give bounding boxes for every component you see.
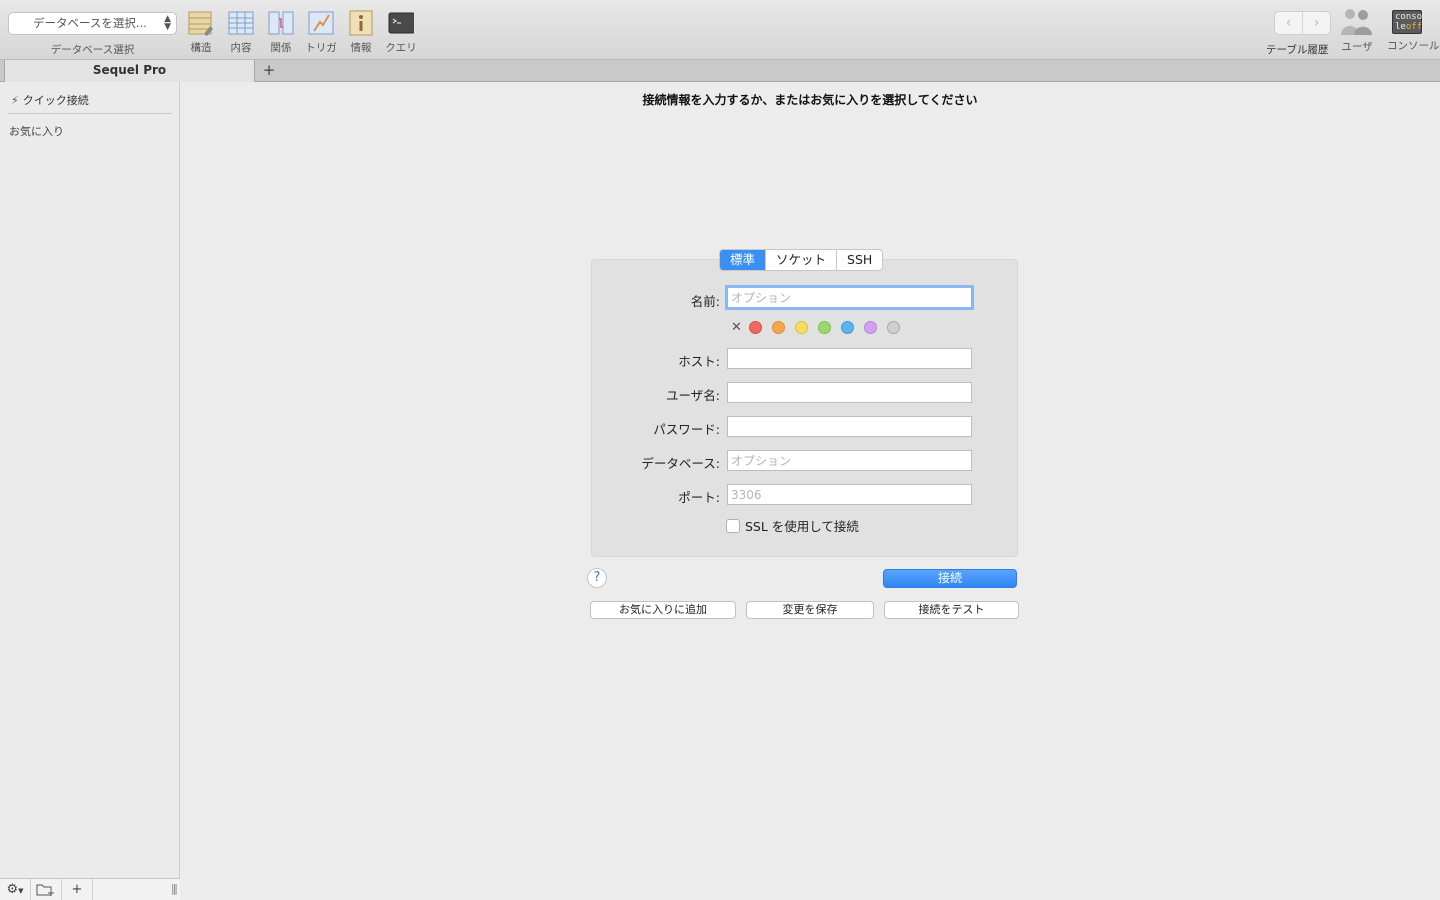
tab-sequel-pro[interactable]: Sequel Pro	[4, 60, 255, 82]
page-title: 接続情報を入力するか、またはお気に入りを選択してください	[642, 93, 978, 107]
database-select-caption: データベース選択	[50, 44, 135, 56]
query-icon	[388, 12, 414, 34]
content-tool-label: 内容	[230, 42, 252, 54]
color-purple[interactable]	[863, 321, 877, 334]
relations-tool-button[interactable]: 関係	[261, 10, 301, 55]
color-red[interactable]	[748, 321, 762, 334]
info-tool-button[interactable]: 情報	[341, 10, 381, 55]
tab-socket[interactable]: ソケット	[766, 250, 838, 270]
color-blue[interactable]	[840, 321, 854, 334]
console-icon-line-2: leoff	[1395, 22, 1423, 32]
tab-standard[interactable]: 標準	[720, 250, 767, 270]
color-green[interactable]	[817, 321, 831, 334]
content-tool-button[interactable]: 内容	[221, 10, 261, 55]
name-field[interactable]	[725, 285, 974, 310]
database-label: データベース:	[641, 456, 720, 471]
test-connection-button[interactable]: 接続をテスト	[884, 601, 1019, 619]
host-field[interactable]	[727, 348, 972, 369]
structure-tool-label: 構造	[190, 42, 212, 54]
console-icon: conso leoff	[1392, 10, 1422, 34]
database-select[interactable]: データベースを選択... ▲ ▼	[8, 12, 177, 35]
chevron-down-icon: ▼	[18, 887, 24, 895]
console-tool-label: コンソール	[1387, 40, 1440, 52]
query-tool-label: クエリ	[385, 42, 417, 54]
password-field[interactable]	[727, 416, 972, 437]
console-icon-line-2a: le	[1395, 22, 1406, 32]
tab-bar: Sequel Pro +	[0, 60, 1440, 82]
color-yellow[interactable]	[794, 321, 808, 334]
add-favorite-plus-button[interactable]: +	[62, 879, 93, 900]
console-icon-line-2b: off	[1405, 22, 1423, 32]
info-tool-label: 情報	[350, 42, 372, 54]
back-arrow-icon[interactable]: ‹	[1275, 12, 1303, 34]
username-field[interactable]	[727, 382, 972, 403]
sidebar-bottom-bar: ⚙▼ + |||	[0, 878, 180, 900]
history-nav: ‹ ›	[1274, 11, 1331, 35]
gear-icon: ⚙	[6, 882, 19, 897]
content-icon	[228, 11, 254, 35]
clear-color-icon[interactable]: ✕	[731, 321, 742, 334]
folder-add-icon	[36, 884, 54, 896]
connect-button[interactable]: 接続	[883, 569, 1017, 588]
username-label: ユーザ名:	[666, 388, 720, 403]
lightning-icon: ⚡︎	[11, 94, 19, 107]
database-select-placeholder: データベースを選択...	[33, 16, 147, 30]
save-changes-button[interactable]: 変更を保存	[746, 601, 874, 619]
color-label-picker: ✕	[731, 321, 910, 334]
main-area: 接続情報を入力するか、またはお気に入りを選択してください 標準 ソケット SSH…	[180, 82, 1440, 900]
triggers-icon	[308, 11, 334, 35]
sidebar: ⚡︎ クイック接続 お気に入り ⚙▼ + |||	[0, 82, 180, 900]
tab-ssh[interactable]: SSH	[837, 250, 882, 270]
forward-arrow-icon[interactable]: ›	[1303, 12, 1330, 34]
port-label: ポート:	[678, 490, 720, 505]
triggers-tool-label: トリガ	[305, 42, 337, 54]
table-history-label: テーブル履歴	[1266, 44, 1329, 56]
host-label: ホスト:	[678, 354, 720, 369]
connection-type-tabs: 標準 ソケット SSH	[719, 249, 884, 271]
relations-icon	[268, 11, 294, 35]
new-folder-button[interactable]	[31, 879, 62, 900]
resize-grip-icon[interactable]: |||	[171, 882, 178, 895]
triggers-tool-button[interactable]: トリガ	[301, 10, 341, 55]
ssl-label: SSL を使用して接続	[745, 519, 859, 534]
structure-tool-button[interactable]: 構造	[181, 10, 221, 55]
database-field[interactable]	[727, 450, 972, 471]
users-icon	[1341, 9, 1372, 35]
color-orange[interactable]	[771, 321, 785, 334]
info-icon	[349, 10, 373, 36]
ssl-option[interactable]: SSL を使用して接続	[726, 516, 859, 535]
color-gray[interactable]	[886, 321, 900, 334]
new-tab-button[interactable]: +	[260, 60, 278, 82]
users-tool-label: ユーザ	[1341, 41, 1373, 53]
name-label: 名前:	[690, 294, 720, 309]
quick-connect-label: クイック接続	[22, 94, 89, 107]
sidebar-divider	[8, 113, 172, 114]
query-tool-button[interactable]: クエリ	[381, 10, 421, 55]
console-icon-line-1: conso	[1395, 12, 1423, 22]
toolbar: データベースを選択... ▲ ▼ データベース選択 構造 内容 関係 トリガ 情…	[0, 0, 1440, 60]
structure-icon	[188, 11, 213, 36]
chevron-updown-icon: ▲ ▼	[164, 14, 171, 32]
users-tool-button[interactable]: ユーザ	[1337, 9, 1377, 54]
favorites-header: お気に入り	[9, 125, 64, 138]
relations-tool-label: 関係	[270, 42, 292, 54]
sidebar-item-quick-connect[interactable]: ⚡︎ クイック接続	[11, 92, 89, 108]
ssl-checkbox[interactable]	[726, 518, 740, 533]
gear-menu-button[interactable]: ⚙▼	[0, 879, 31, 900]
console-tool-button[interactable]: conso leoff コンソール	[1387, 10, 1440, 53]
add-to-favorites-button[interactable]: お気に入りに追加	[590, 601, 736, 619]
help-button[interactable]: ?	[587, 568, 607, 588]
password-label: パスワード:	[653, 422, 720, 437]
port-field[interactable]	[727, 484, 972, 505]
